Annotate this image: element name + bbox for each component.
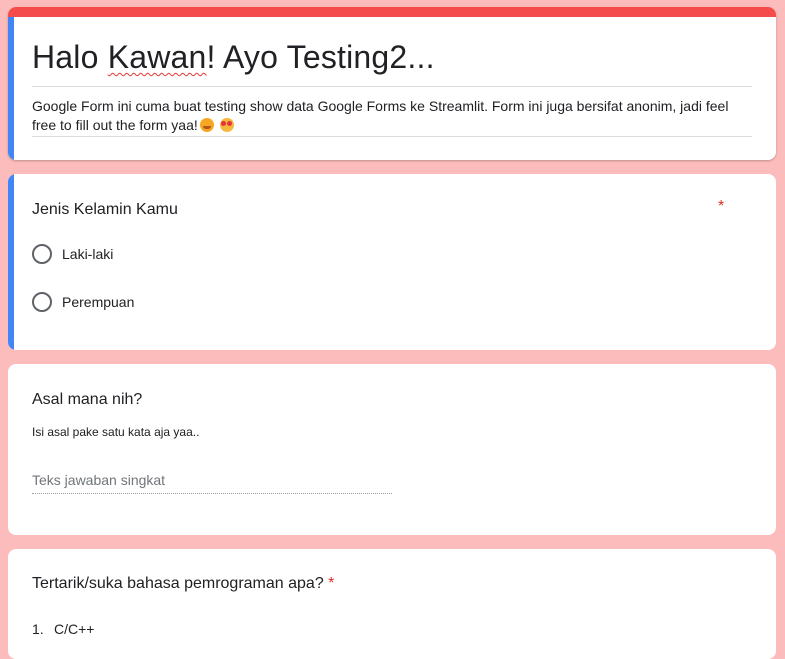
description-divider: [32, 136, 752, 137]
list-item-label: C/C++: [54, 621, 95, 637]
radio-option-label: Laki-laki: [62, 246, 114, 262]
form-title: Halo Kawan! Ayo Testing2...: [32, 39, 435, 76]
star-struck-icon: [219, 118, 234, 132]
radio-button[interactable]: [32, 292, 52, 312]
form-header-card: Halo Kawan! Ayo Testing2... Google Form …: [8, 7, 776, 160]
form-description: Google Form ini cuma buat testing show d…: [32, 97, 752, 135]
form-title-flagged-word: Kawan: [107, 39, 207, 75]
active-question-accent: [8, 174, 14, 350]
radio-option-perempuan[interactable]: Perempuan: [32, 291, 134, 313]
question-title: Asal mana nih?: [32, 391, 143, 408]
required-asterisk: *: [718, 198, 725, 215]
active-section-accent: [8, 17, 14, 160]
question-card-programming-language: Tertarik/suka bahasa pemrograman apa? * …: [8, 549, 776, 659]
form-description-text: Google Form ini cuma buat testing show d…: [32, 98, 729, 133]
radio-button[interactable]: [32, 244, 52, 264]
question-card-gender: Jenis Kelamin Kamu * Laki-laki Perempuan: [8, 174, 776, 350]
list-item-number: 1.: [32, 621, 44, 637]
short-answer-input[interactable]: [32, 467, 392, 494]
question-title: Jenis Kelamin Kamu: [32, 201, 178, 218]
list-item: 1. C/C++: [32, 621, 94, 637]
title-divider: [32, 86, 752, 87]
radio-option-laki-laki[interactable]: Laki-laki: [32, 243, 113, 265]
question-title: Tertarik/suka bahasa pemrograman apa?: [32, 575, 324, 592]
question-help-text: Isi asal pake satu kata aja yaa..: [32, 425, 200, 439]
theme-color-bar: [8, 7, 776, 17]
form-title-prefix: Halo: [32, 39, 108, 75]
radio-option-label: Perempuan: [62, 294, 135, 310]
form-title-suffix: ! Ayo Testing2...: [206, 39, 435, 75]
question-card-origin: Asal mana nih? Isi asal pake satu kata a…: [8, 364, 776, 535]
smiling-face-with-open-hands-icon: [199, 118, 214, 132]
question-title-row: Tertarik/suka bahasa pemrograman apa? *: [32, 575, 334, 593]
required-asterisk: *: [328, 575, 335, 592]
